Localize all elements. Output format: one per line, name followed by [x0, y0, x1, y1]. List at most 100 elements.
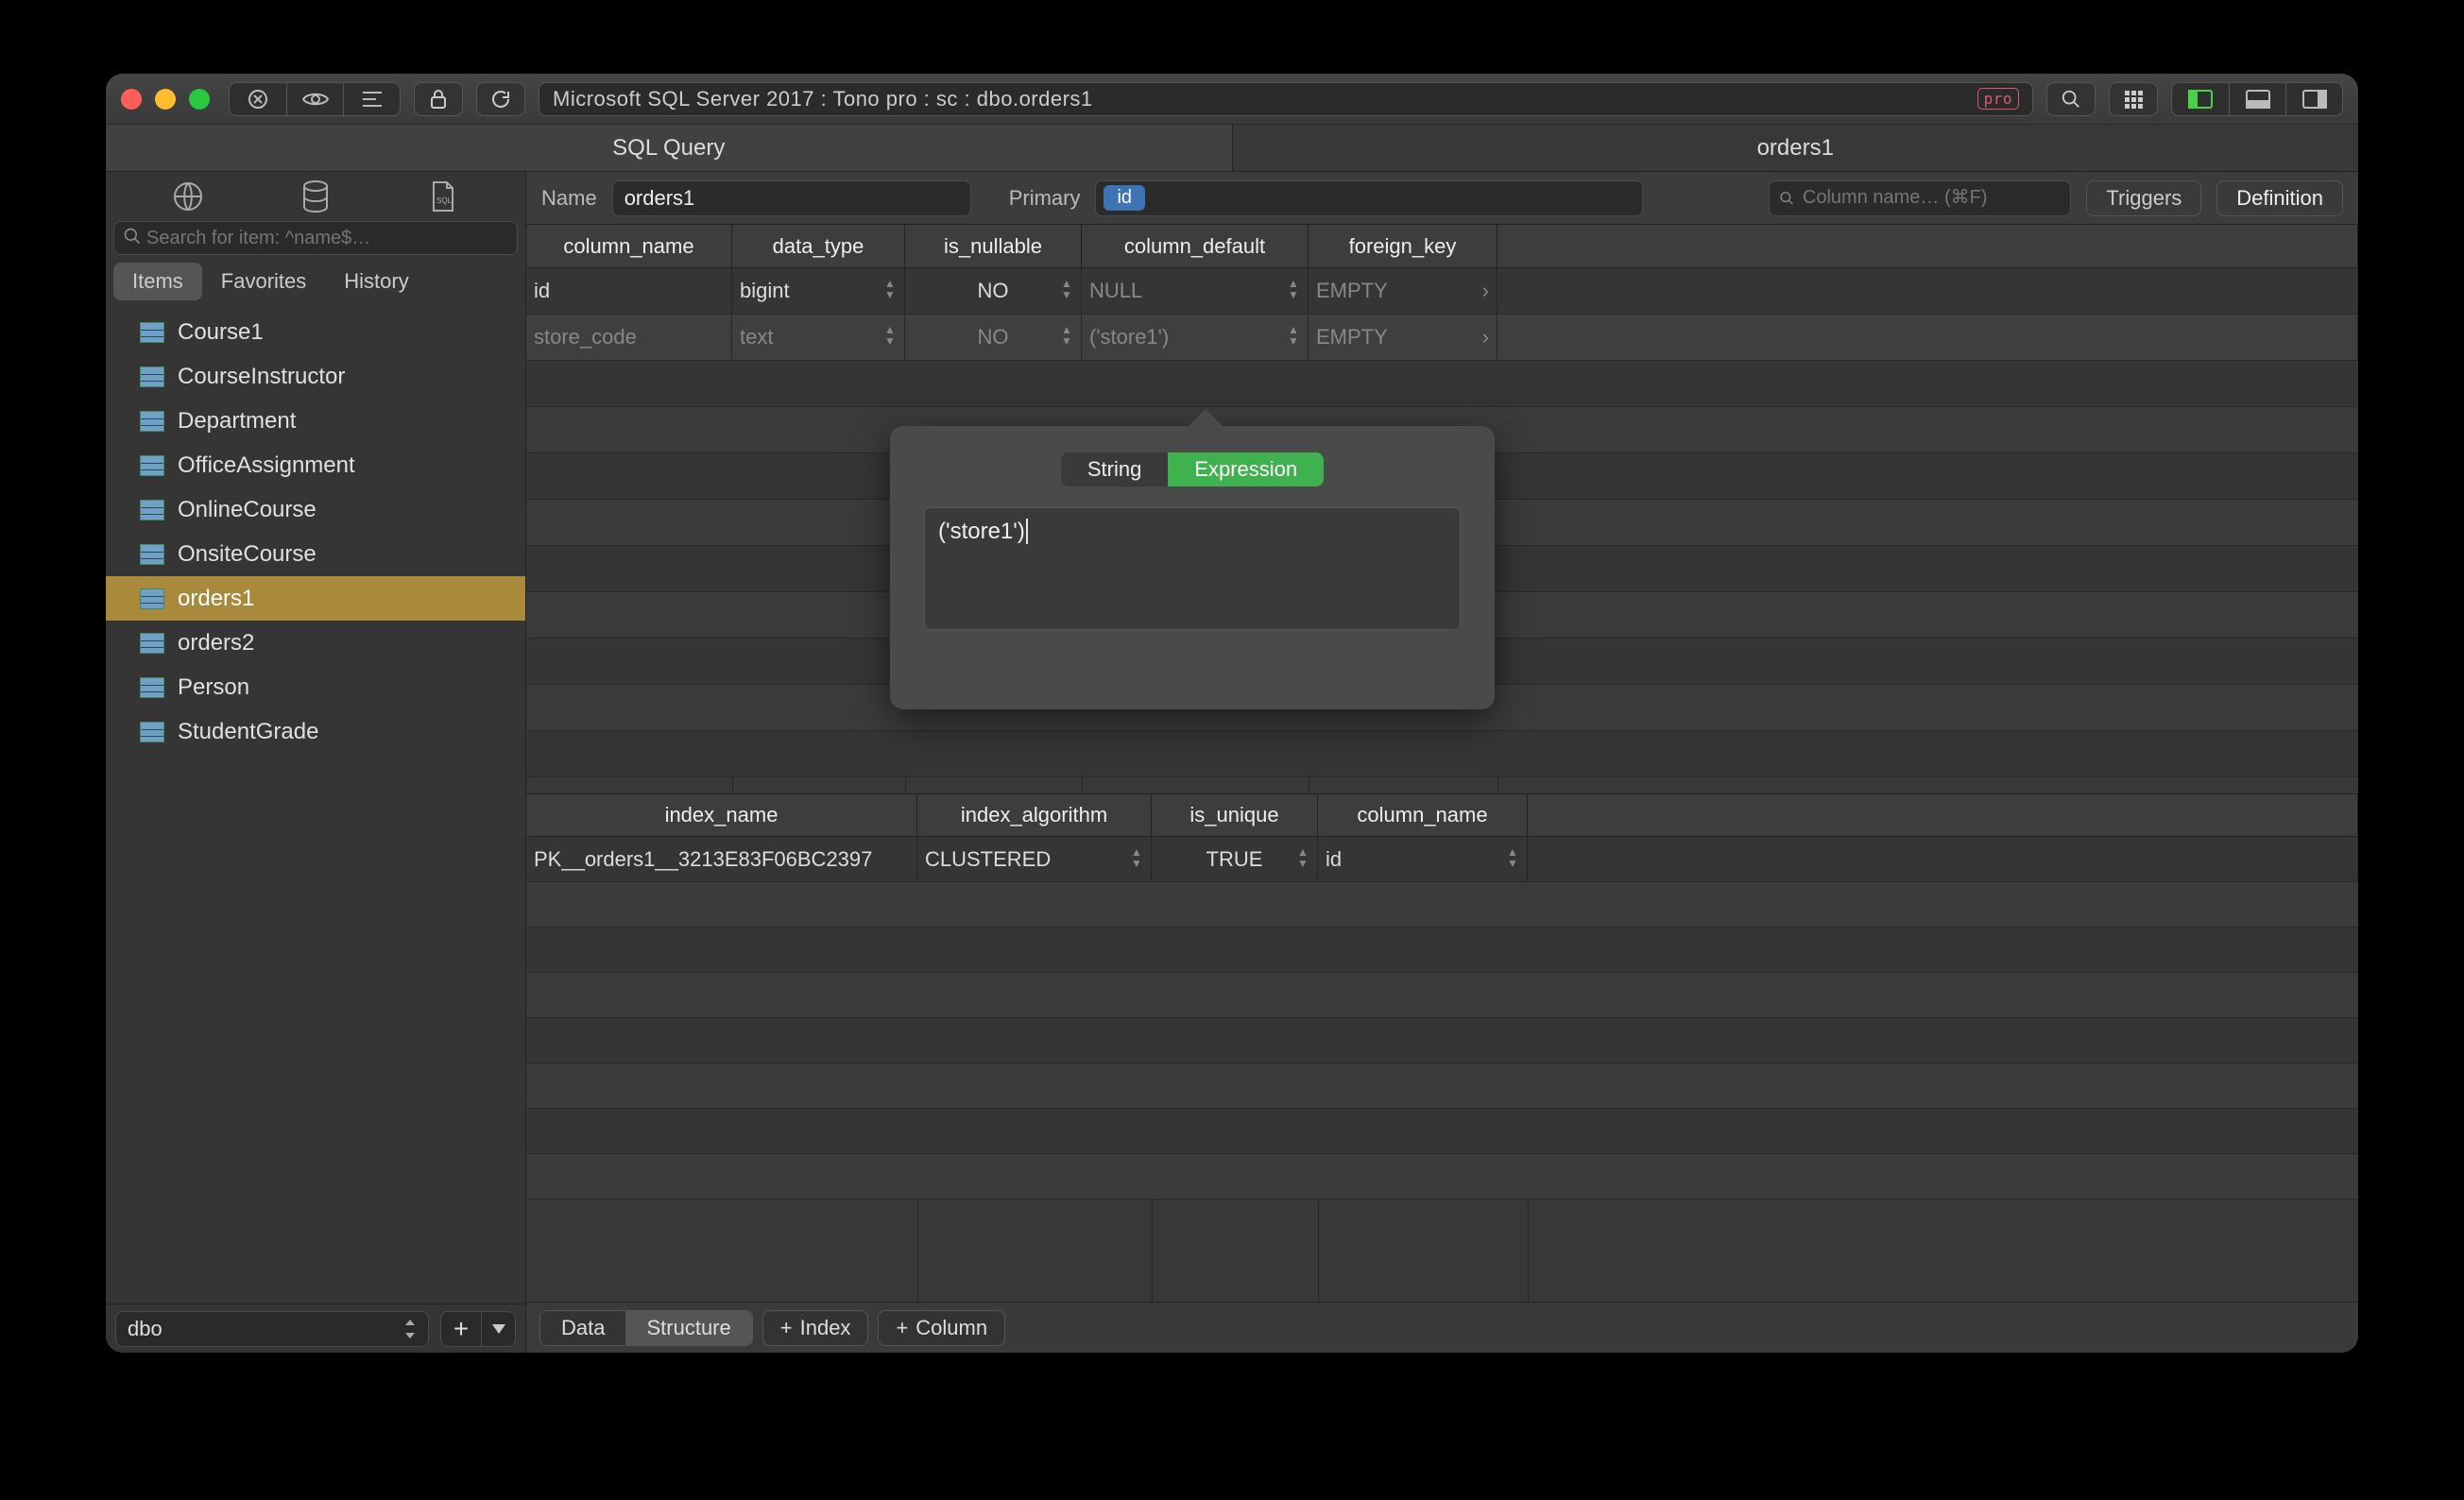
footer-structure-tab[interactable]: Structure [625, 1311, 751, 1345]
stepper-icon[interactable]: ▲▼ [1058, 324, 1075, 350]
popover-text: ('store1') [938, 518, 1028, 544]
idx-header-col[interactable]: column_name [1318, 794, 1528, 836]
stepper-icon[interactable]: ▲▼ [1058, 278, 1075, 304]
layout-bottom-icon[interactable] [2229, 83, 2285, 115]
cell-type[interactable]: text▲▼ [732, 315, 905, 360]
col-header-fk[interactable]: foreign_key [1309, 225, 1497, 267]
window-minimize-button[interactable] [155, 89, 176, 110]
sql-file-icon[interactable]: SQL [423, 177, 463, 216]
sidebar-search-input[interactable] [113, 221, 518, 255]
idx-cell-name[interactable]: PK__orders1__3213E83F06BC2397 [526, 837, 917, 881]
add-dropdown[interactable] [482, 1311, 516, 1347]
stepper-icon[interactable]: ▲▼ [1128, 846, 1145, 873]
sidebar-icons: SQL [106, 172, 525, 221]
default-value-popover: String Expression ('store1') [890, 426, 1495, 709]
idx-header-name[interactable]: index_name [526, 794, 917, 836]
arrow-right-icon[interactable]: › [1482, 325, 1489, 349]
toolbar-group-left [229, 82, 401, 116]
schema-select[interactable]: dbo [115, 1311, 429, 1347]
eye-icon[interactable] [286, 83, 343, 115]
stepper-icon[interactable]: ▲▼ [881, 278, 898, 304]
database-icon[interactable] [296, 177, 335, 216]
sidebar-item-orders1[interactable]: orders1 [106, 576, 525, 621]
tab-sql-query[interactable]: SQL Query [106, 125, 1232, 171]
idx-cell-unique[interactable]: TRUE▲▼ [1152, 837, 1318, 881]
panel-toggle-icon[interactable] [343, 83, 400, 115]
sidebar-item-onsitecourse[interactable]: OnsiteCourse [106, 532, 525, 576]
sidebar-item-course1[interactable]: Course1 [106, 310, 525, 354]
sidebar-tab-favorites[interactable]: Favorites [202, 263, 325, 300]
stepper-icon[interactable]: ▲▼ [1285, 324, 1302, 350]
idx-header-spacer [1528, 794, 2358, 836]
idx-cell-algo[interactable]: CLUSTERED▲▼ [917, 837, 1152, 881]
index-row[interactable]: PK__orders1__3213E83F06BC2397CLUSTERED▲▼… [526, 837, 2358, 882]
stepper-icon[interactable]: ▲▼ [1285, 278, 1302, 304]
window-close-button[interactable] [121, 89, 142, 110]
add-index-button[interactable]: + Index [762, 1310, 869, 1346]
window-zoom-button[interactable] [189, 89, 210, 110]
cell-fk[interactable]: EMPTY› [1309, 268, 1497, 314]
tab-table[interactable]: orders1 [1232, 125, 2359, 171]
cell-fk[interactable]: EMPTY› [1309, 315, 1497, 360]
sidebar-tab-items[interactable]: Items [113, 263, 202, 300]
stepper-icon[interactable]: ▲▼ [1294, 846, 1311, 873]
idx-cell-col[interactable]: id▲▼ [1318, 837, 1528, 881]
grid-icon[interactable] [2109, 82, 2158, 116]
triggers-button[interactable]: Triggers [2086, 180, 2201, 216]
layout-right-icon[interactable] [2285, 83, 2342, 115]
idx-header-algo[interactable]: index_algorithm [917, 794, 1152, 836]
sidebar-item-orders2[interactable]: orders2 [106, 621, 525, 665]
sidebar-tab-history[interactable]: History [325, 263, 427, 300]
cell-name[interactable]: id [526, 268, 732, 314]
stepper-icon[interactable]: ▲▼ [1504, 846, 1521, 873]
idx-header-unique[interactable]: is_unique [1152, 794, 1318, 836]
arrow-right-icon[interactable]: › [1482, 279, 1489, 303]
column-row[interactable]: store_codetext▲▼NO▲▼('store1')▲▼EMPTY› [526, 315, 2358, 361]
sidebar-item-officeassignment[interactable]: OfficeAssignment [106, 443, 525, 487]
cell-default[interactable]: NULL▲▼ [1082, 268, 1309, 314]
popover-tab-expression[interactable]: Expression [1168, 452, 1324, 486]
cancel-icon[interactable] [230, 83, 286, 115]
lock-icon[interactable] [414, 82, 463, 116]
footer: Data Structure + Index + Column [526, 1302, 2358, 1353]
schema-label: dbo [128, 1317, 163, 1341]
col-header-default[interactable]: column_default [1082, 225, 1309, 267]
popover-tab-string[interactable]: String [1061, 452, 1168, 486]
add-button[interactable]: + [440, 1311, 482, 1347]
plus-icon: + [780, 1316, 793, 1340]
primary-key-field[interactable]: id [1095, 180, 1643, 216]
indexes-header: index_name index_algorithm is_unique col… [526, 793, 2358, 837]
col-header-nullable[interactable]: is_nullable [905, 225, 1082, 267]
cell-default[interactable]: ('store1')▲▼ [1082, 315, 1309, 360]
cell-type[interactable]: bigint▲▼ [732, 268, 905, 314]
search-icon[interactable] [2046, 82, 2096, 116]
col-header-type[interactable]: data_type [732, 225, 905, 267]
footer-data-tab[interactable]: Data [540, 1311, 625, 1345]
sidebar-item-courseinstructor[interactable]: CourseInstructor [106, 354, 525, 399]
breadcrumb-path[interactable]: Microsoft SQL Server 2017 : Tono pro : s… [539, 82, 2033, 116]
sidebar-item-studentgrade[interactable]: StudentGrade [106, 709, 525, 754]
globe-icon[interactable] [168, 177, 208, 216]
cell-nullable[interactable]: NO▲▼ [905, 268, 1082, 314]
sidebar-item-department[interactable]: Department [106, 399, 525, 443]
layout-left-icon[interactable] [2172, 83, 2229, 115]
definition-button[interactable]: Definition [2216, 180, 2343, 216]
popover-editor[interactable]: ('store1') [924, 507, 1461, 630]
sidebar-item-onlinecourse[interactable]: OnlineCourse [106, 487, 525, 532]
table-icon [140, 322, 164, 343]
column-search-input[interactable] [1803, 187, 2061, 209]
titlebar: Microsoft SQL Server 2017 : Tono pro : s… [106, 74, 2358, 125]
sidebar-search [106, 221, 525, 263]
cell-name[interactable]: store_code [526, 315, 732, 360]
add-column-button[interactable]: + Column [878, 1310, 1005, 1346]
refresh-icon[interactable] [476, 82, 525, 116]
col-header-name[interactable]: column_name [526, 225, 732, 267]
cell-nullable[interactable]: NO▲▼ [905, 315, 1082, 360]
column-row[interactable]: idbigint▲▼NO▲▼NULL▲▼EMPTY› [526, 268, 2358, 315]
table-icon [140, 677, 164, 698]
stepper-icon[interactable]: ▲▼ [881, 324, 898, 350]
table-name-input[interactable] [612, 180, 971, 216]
sidebar-item-person[interactable]: Person [106, 665, 525, 709]
plus-icon: + [896, 1316, 908, 1340]
column-search[interactable] [1769, 180, 2071, 216]
